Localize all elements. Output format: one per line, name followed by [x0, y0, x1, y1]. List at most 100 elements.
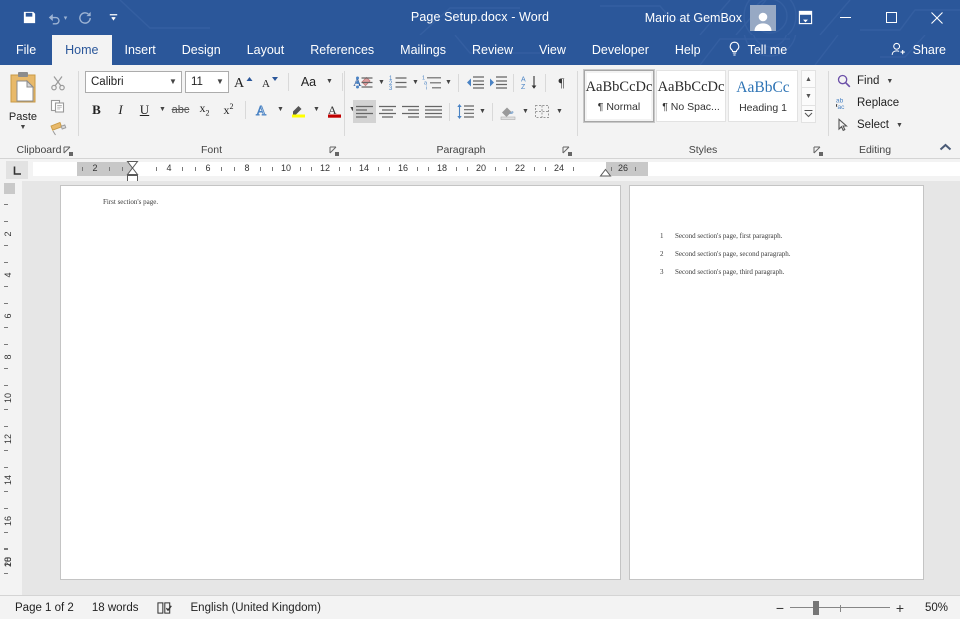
align-center-icon[interactable]: [376, 100, 399, 123]
strikethrough-icon[interactable]: abc: [169, 98, 192, 121]
increase-indent-icon[interactable]: [486, 71, 509, 94]
share-button[interactable]: Share: [881, 35, 960, 65]
tab-home[interactable]: Home: [52, 35, 111, 65]
find-button[interactable]: Find ▼: [835, 70, 905, 92]
proofing-errors-icon[interactable]: [148, 597, 182, 619]
document-page-1[interactable]: First section's page.: [60, 185, 621, 580]
paste-dropdown-caret[interactable]: ▼: [20, 124, 27, 131]
tab-review[interactable]: Review: [459, 35, 526, 65]
styles-dialog-launcher[interactable]: [813, 146, 824, 157]
bullets-icon[interactable]: [353, 71, 376, 94]
avatar[interactable]: [750, 5, 776, 31]
page1-paragraph-1[interactable]: First section's page.: [103, 198, 158, 206]
style-normal[interactable]: AaBbCcDc ¶ Normal: [584, 70, 654, 122]
format-painter-icon[interactable]: [46, 118, 70, 139]
zoom-out-button[interactable]: −: [770, 597, 790, 619]
select-caret[interactable]: ▼: [894, 114, 905, 137]
decrease-indent-icon[interactable]: [463, 71, 486, 94]
minimize-button[interactable]: [822, 0, 868, 35]
tab-view[interactable]: View: [526, 35, 579, 65]
right-indent-marker[interactable]: [599, 168, 612, 178]
bold-icon[interactable]: B: [85, 98, 108, 121]
numbering-icon[interactable]: 123: [387, 71, 410, 94]
pilcrow-icon[interactable]: ¶: [550, 71, 573, 94]
select-button[interactable]: Select ▼: [835, 114, 905, 136]
zoom-level[interactable]: 50%: [910, 602, 954, 614]
change-case-caret[interactable]: ▼: [324, 70, 335, 93]
paragraph-dialog-launcher[interactable]: [562, 146, 573, 157]
font-dialog-launcher[interactable]: [329, 146, 340, 157]
shading-caret[interactable]: ▼: [520, 100, 531, 123]
more-styles-icon[interactable]: [801, 105, 816, 123]
sort-icon[interactable]: AZ: [518, 71, 541, 94]
font-size-combobox[interactable]: 11 ▼: [185, 71, 229, 93]
chevron-down-icon[interactable]: ▼: [212, 77, 228, 86]
change-case-icon[interactable]: Aa: [296, 70, 321, 93]
highlight-icon[interactable]: [287, 98, 310, 121]
find-caret[interactable]: ▼: [884, 70, 895, 93]
multilevel-caret[interactable]: ▼: [443, 71, 454, 94]
underline-caret[interactable]: ▼: [157, 98, 168, 121]
align-left-icon[interactable]: [353, 100, 376, 123]
superscript-icon[interactable]: x2: [217, 98, 240, 121]
list-item[interactable]: 3 Second section's page, third paragraph…: [660, 268, 791, 276]
grow-font-icon[interactable]: A: [232, 70, 255, 93]
borders-icon[interactable]: [531, 100, 554, 123]
list-item[interactable]: 2 Second section's page, second paragrap…: [660, 250, 791, 258]
text-effects-caret[interactable]: ▼: [275, 98, 286, 121]
shading-icon[interactable]: [497, 100, 520, 123]
borders-caret[interactable]: ▼: [554, 100, 565, 123]
tab-help[interactable]: Help: [662, 35, 714, 65]
word-count[interactable]: 18 words: [83, 597, 148, 619]
clipboard-dialog-launcher[interactable]: [63, 146, 74, 157]
tab-layout[interactable]: Layout: [234, 35, 298, 65]
language-indicator[interactable]: English (United Kingdom): [182, 597, 330, 619]
collapse-ribbon-button[interactable]: [934, 138, 956, 156]
tab-insert[interactable]: Insert: [112, 35, 169, 65]
font-color-icon[interactable]: A: [323, 98, 346, 121]
subscript-icon[interactable]: x2: [193, 98, 216, 121]
page-indicator[interactable]: Page 1 of 2: [6, 597, 83, 619]
tab-stop-selector[interactable]: [6, 161, 28, 179]
tell-me-search[interactable]: Tell me: [714, 35, 800, 65]
tab-design[interactable]: Design: [169, 35, 234, 65]
zoom-slider-thumb[interactable]: [813, 601, 819, 615]
ribbon-display-options-icon[interactable]: [788, 0, 822, 35]
account-name[interactable]: Mario at GemBox: [645, 11, 750, 25]
style-no-spacing[interactable]: AaBbCcDc ¶ No Spac...: [656, 70, 726, 122]
chevron-up-icon[interactable]: ▲: [801, 70, 816, 88]
numbering-caret[interactable]: ▼: [410, 71, 421, 94]
vertical-ruler[interactable]: 2 4 6 8 10 12 14 16 18: [0, 181, 22, 595]
close-button[interactable]: [914, 0, 960, 35]
cut-icon[interactable]: [46, 72, 70, 93]
multilevel-list-icon[interactable]: 1ai: [421, 71, 443, 94]
underline-icon[interactable]: U: [133, 98, 156, 121]
line-spacing-caret[interactable]: ▼: [477, 100, 488, 123]
line-spacing-icon[interactable]: [454, 100, 477, 123]
bullets-caret[interactable]: ▼: [376, 71, 387, 94]
highlight-caret[interactable]: ▼: [311, 98, 322, 121]
horizontal-ruler[interactable]: 2 4 6 8 10 12 14 16 18: [33, 159, 960, 181]
document-canvas[interactable]: First section's page. 1 Second section's…: [22, 181, 960, 595]
page2-numbered-list[interactable]: 1 Second section's page, first paragraph…: [660, 232, 791, 276]
tab-mailings[interactable]: Mailings: [387, 35, 459, 65]
justify-icon[interactable]: [422, 100, 445, 123]
shrink-font-icon[interactable]: A: [258, 70, 281, 93]
document-page-2[interactable]: 1 Second section's page, first paragraph…: [629, 185, 924, 580]
replace-button[interactable]: abac Replace: [835, 92, 905, 114]
list-item[interactable]: 1 Second section's page, first paragraph…: [660, 232, 791, 240]
zoom-slider[interactable]: [790, 597, 890, 619]
tab-references[interactable]: References: [297, 35, 387, 65]
zoom-in-button[interactable]: +: [890, 597, 910, 619]
chevron-down-icon[interactable]: ▼: [165, 77, 181, 86]
maximize-button[interactable]: [868, 0, 914, 35]
font-name-combobox[interactable]: Calibri ▼: [85, 71, 182, 93]
italic-icon[interactable]: I: [109, 98, 132, 121]
text-effects-icon[interactable]: A: [251, 98, 274, 121]
style-heading-1[interactable]: AaBbCс Heading 1: [728, 70, 798, 122]
tab-file[interactable]: File: [0, 35, 52, 65]
tab-developer[interactable]: Developer: [579, 35, 662, 65]
align-right-icon[interactable]: [399, 100, 422, 123]
paste-button[interactable]: Paste ▼: [0, 69, 46, 131]
chevron-down-icon[interactable]: ▼: [801, 87, 816, 105]
